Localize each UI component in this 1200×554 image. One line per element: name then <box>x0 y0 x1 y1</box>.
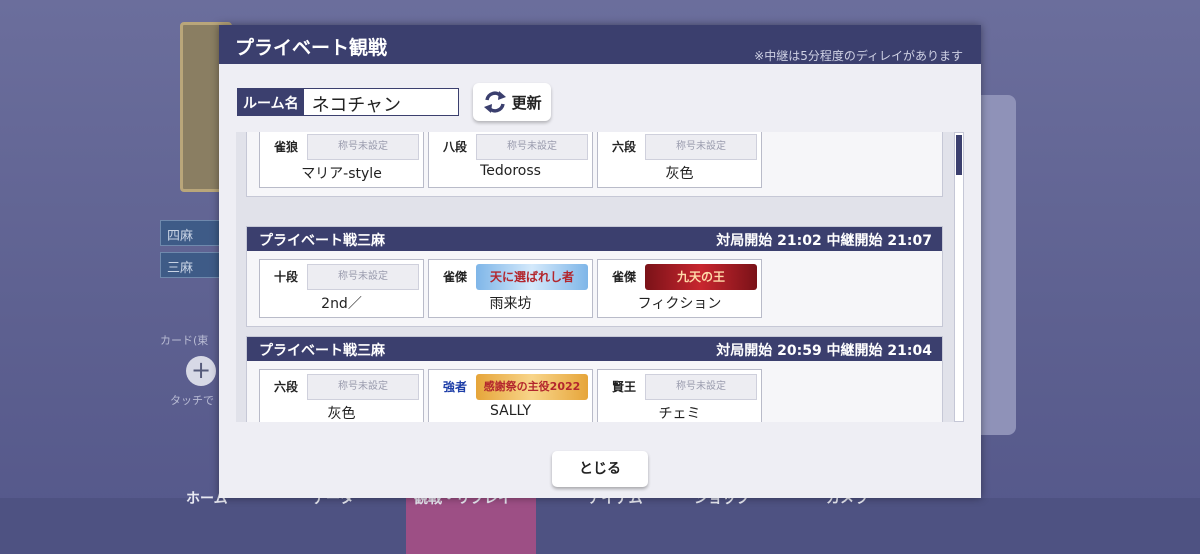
dialog-header: プライベート観戦 ※中継は5分程度のディレイがあります <box>219 25 981 64</box>
room-card-header: プライベート戦三麻 対局開始 20:59 中継開始 21:04 <box>247 337 942 361</box>
title-label: 称号未設定 <box>307 134 419 160</box>
touch-hint: タッチで <box>170 394 214 407</box>
mode-tab-three: 三麻 <box>160 252 220 278</box>
room-type: プライベート戦三麻 <box>259 343 385 359</box>
list-scrollbar[interactable] <box>954 132 964 422</box>
private-spectate-dialog: プライベート観戦 ※中継は5分程度のディレイがあります ルーム名 ネコチャン 更… <box>219 25 981 498</box>
mode-tabs: 四麻 三麻 <box>160 220 220 284</box>
refresh-label: 更新 <box>511 93 542 112</box>
delay-note: ※中継は5分程度のディレイがあります <box>754 49 963 63</box>
room-card[interactable]: プライベート戦三麻 対局開始 20:59 中継開始 21:04 六段 称号未設定… <box>246 336 943 422</box>
title-label: 称号未設定 <box>476 134 588 160</box>
room-card-header: プライベート戦三麻 対局開始 21:02 中継開始 21:07 <box>247 227 942 251</box>
player-name: マリア-style <box>301 166 382 182</box>
player-name: チェミ <box>658 406 701 422</box>
player-name: 雨来坊 <box>489 296 532 312</box>
room-name-input[interactable]: ネコチャン <box>302 88 459 116</box>
title-banner: 九天の王 <box>645 264 757 290</box>
title-label: 称号未設定 <box>307 264 419 290</box>
add-icon: + <box>186 356 216 386</box>
player-slot: 六段 称号未設定 灰色 <box>597 132 762 188</box>
room-type: プライベート戦三麻 <box>259 233 385 249</box>
rank-badge: 雀傑 <box>442 270 467 284</box>
player-slot: 六段 称号未設定 灰色 <box>259 369 424 422</box>
title-label: 称号未設定 <box>645 134 757 160</box>
player-name: Tedoross <box>480 163 541 179</box>
player-name: フィクション <box>637 296 722 312</box>
player-name: 灰色 <box>327 406 356 422</box>
rank-badge: 八段 <box>442 140 467 154</box>
title-banner: 天に選ばれし者 <box>476 264 588 290</box>
title-label: 称号未設定 <box>645 374 757 400</box>
refresh-button[interactable]: 更新 <box>472 83 551 121</box>
player-slot: 雀傑 天に選ばれし者 雨来坊 <box>428 259 593 318</box>
card-label: カード(東 <box>160 334 209 347</box>
room-times: 対局開始 20:59 中継開始 21:04 <box>716 343 932 359</box>
rank-badge: 賢王 <box>611 380 636 394</box>
player-slot: 強者 感謝祭の主役2022 SALLY <box>428 369 593 422</box>
room-name-label: ルーム名 <box>237 88 303 116</box>
player-slot: 雀傑 九天の王 フィクション <box>597 259 762 318</box>
room-card[interactable]: 雀狼 称号未設定 マリア-style 八段 称号未設定 Tedoross 六段 … <box>246 132 943 197</box>
player-name: 2nd／ <box>321 296 362 312</box>
scrollbar-thumb[interactable] <box>956 135 962 175</box>
player-name: 灰色 <box>665 166 694 182</box>
rank-badge: 雀傑 <box>611 270 636 284</box>
close-button[interactable]: とじる <box>552 451 648 487</box>
rank-badge: 六段 <box>611 140 636 154</box>
rank-badge: 雀狼 <box>273 140 298 154</box>
room-times: 対局開始 21:02 中継開始 21:07 <box>716 233 932 249</box>
player-slot: 八段 称号未設定 Tedoross <box>428 132 593 188</box>
player-slot: 十段 称号未設定 2nd／ <box>259 259 424 318</box>
rank-badge: 強者 <box>442 380 467 394</box>
title-banner: 感謝祭の主役2022 <box>476 374 588 400</box>
rank-badge: 十段 <box>273 270 298 284</box>
dialog-title: プライベート観戦 <box>235 37 388 59</box>
rank-badge: 六段 <box>273 380 298 394</box>
player-slot: 賢王 称号未設定 チェミ <box>597 369 762 422</box>
room-card[interactable]: プライベート戦三麻 対局開始 21:02 中継開始 21:07 十段 称号未設定… <box>246 226 943 327</box>
room-list[interactable]: 雀狼 称号未設定 マリア-style 八段 称号未設定 Tedoross 六段 … <box>236 132 963 422</box>
player-name: SALLY <box>489 403 531 419</box>
refresh-icon <box>483 91 506 113</box>
room-search-row: ルーム名 ネコチャン 更新 <box>237 83 551 121</box>
player-slot: 雀狼 称号未設定 マリア-style <box>259 132 424 188</box>
title-label: 称号未設定 <box>307 374 419 400</box>
mode-tab-four: 四麻 <box>160 220 220 246</box>
background-panel <box>980 95 1016 435</box>
